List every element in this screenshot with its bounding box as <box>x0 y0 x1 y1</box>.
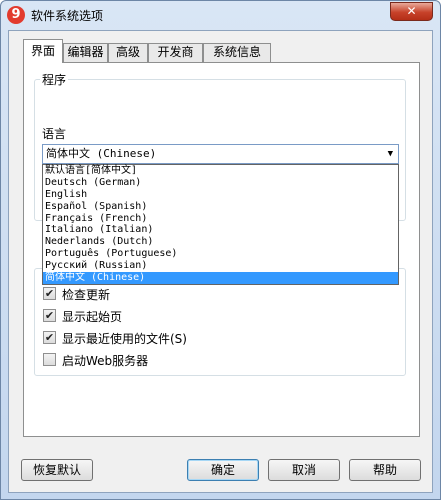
start-web-server-checkbox[interactable] <box>43 353 56 366</box>
language-option[interactable]: English <box>43 189 398 201</box>
language-option[interactable]: Русский (Russian) <box>43 260 398 272</box>
interface-tab-panel: 程序 语言 ✔ 检查更新 ✔ 显示起始页 ✔ 显示最近使用的文件(S) 启动We… <box>23 62 420 437</box>
language-select-value: 简体中文 (Chinese) <box>46 147 157 160</box>
restore-default-button[interactable]: 恢复默认 <box>21 459 93 481</box>
language-option[interactable]: 默认语言[简体中文] <box>43 165 398 177</box>
show-start-page-checkbox[interactable]: ✔ <box>43 309 56 322</box>
window-title: 软件系统选项 <box>31 9 104 23</box>
help-button[interactable]: 帮助 <box>349 459 421 481</box>
title-bar[interactable]: 9 软件系统选项 ✕ <box>1 1 440 29</box>
language-option[interactable]: Português (Portuguese) <box>43 248 398 260</box>
tab-interface[interactable]: 界面 <box>23 39 63 63</box>
start-web-server-label: 启动Web服务器 <box>62 354 149 368</box>
language-option[interactable]: Nederlands (Dutch) <box>43 236 398 248</box>
language-dropdown-list: 默认语言[简体中文] Deutsch (German) English Espa… <box>42 164 399 285</box>
language-label: 语言 <box>42 127 67 141</box>
check-updates-checkbox[interactable]: ✔ <box>43 287 56 300</box>
show-recent-files-label: 显示最近使用的文件(S) <box>62 332 187 346</box>
ok-button[interactable]: 确定 <box>187 459 259 481</box>
tab-system-info[interactable]: 系统信息 <box>203 43 271 62</box>
language-select[interactable]: 简体中文 (Chinese) ▼ <box>42 144 399 164</box>
language-option[interactable]: Deutsch (German) <box>43 177 398 189</box>
options-dialog: 9 软件系统选项 ✕ 界面 编辑器 高级 开发商 系统信息 程序 语言 ✔ 检查… <box>0 0 441 500</box>
show-start-page-label: 显示起始页 <box>62 310 123 324</box>
language-option[interactable]: Español (Spanish) <box>43 201 398 213</box>
dialog-body: 界面 编辑器 高级 开发商 系统信息 程序 语言 ✔ 检查更新 ✔ 显示起始页 <box>8 30 433 493</box>
tab-editor[interactable]: 编辑器 <box>63 43 108 62</box>
cancel-button[interactable]: 取消 <box>268 459 340 481</box>
tab-developer[interactable]: 开发商 <box>148 43 203 62</box>
close-button[interactable]: ✕ <box>390 2 433 21</box>
language-option[interactable]: Italiano (Italian) <box>43 224 398 236</box>
language-option-selected[interactable]: 简体中文 (Chinese) <box>43 272 398 284</box>
program-group-label: 程序 <box>40 71 69 88</box>
language-option[interactable]: Français (French) <box>43 213 398 225</box>
check-updates-label: 检查更新 <box>62 288 111 302</box>
dropdown-arrow-icon[interactable]: ▼ <box>388 145 393 163</box>
tab-advanced[interactable]: 高级 <box>108 43 148 62</box>
show-recent-files-checkbox[interactable]: ✔ <box>43 331 56 344</box>
app-logo-icon: 9 <box>7 6 25 24</box>
